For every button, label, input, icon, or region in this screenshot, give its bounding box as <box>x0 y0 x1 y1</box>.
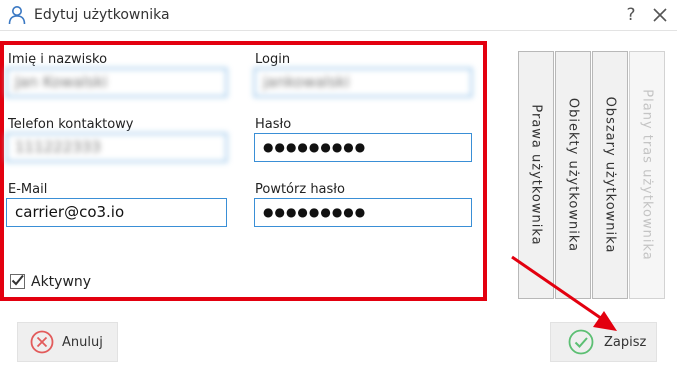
name-field[interactable]: Jan Kowalski <box>6 68 227 97</box>
title-bar: Edytuj użytkownika ? <box>0 0 677 31</box>
phone-label: Telefon kontaktowy <box>8 117 134 132</box>
active-label: Aktywny <box>31 274 92 290</box>
password-label: Hasło <box>255 117 292 132</box>
window-title: Edytuj użytkownika <box>34 7 170 23</box>
check-circle-icon <box>568 329 594 355</box>
save-label: Zapisz <box>604 335 647 350</box>
repeat-password-field[interactable]: ●●●●●●●●● <box>254 198 472 227</box>
email-label: E-Mail <box>8 182 48 197</box>
checkmark-icon <box>11 274 24 286</box>
tab-label: Obiekty użytkownika <box>565 97 581 253</box>
repeat-password-label: Powtórz hasło <box>255 182 345 197</box>
active-checkbox[interactable] <box>10 274 25 289</box>
user-icon <box>8 6 26 25</box>
tab-label: Plany tras użytkownika <box>639 89 655 261</box>
login-label: Login <box>255 52 291 67</box>
tab-label: Obszary użytkownika <box>602 96 618 254</box>
phone-field[interactable]: 111222333 <box>6 133 227 162</box>
tab-label: Prawa użytkownika <box>528 104 544 246</box>
save-button[interactable]: Zapisz <box>550 322 657 362</box>
email-field[interactable]: carrier@co3.io <box>6 198 227 227</box>
tab-user-objects[interactable]: Obiekty użytkownika <box>555 51 591 299</box>
close-icon[interactable] <box>650 5 670 25</box>
tab-user-rights[interactable]: Prawa użytkownika <box>518 51 554 299</box>
cancel-button[interactable]: Anuluj <box>17 322 118 362</box>
cancel-icon <box>30 330 54 354</box>
password-field[interactable]: ●●●●●●●●● <box>254 133 472 162</box>
tab-user-areas[interactable]: Obszary użytkownika <box>592 51 628 299</box>
cancel-label: Anuluj <box>62 335 103 350</box>
tab-user-route-plans: Plany tras użytkownika <box>629 51 665 299</box>
name-label: Imię i nazwisko <box>8 52 108 67</box>
login-field[interactable]: jankowalski <box>254 68 472 97</box>
help-button[interactable]: ? <box>622 4 640 26</box>
